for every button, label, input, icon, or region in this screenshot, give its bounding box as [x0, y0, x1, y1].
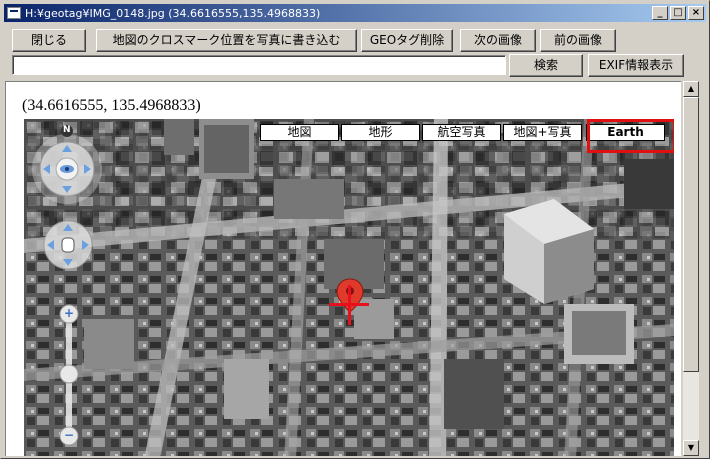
minimize-button[interactable]: _	[652, 6, 668, 20]
vertical-scrollbar[interactable]: ▲ ▼	[683, 81, 699, 456]
title-bar: H:¥geotag¥IMG_0148.jpg (34.6616555,135.4…	[4, 4, 706, 22]
next-image-button[interactable]: 次の画像	[460, 29, 536, 52]
map-type-terrain[interactable]: 地形	[341, 124, 420, 141]
map-view[interactable]: N + − 地図 地形 航空写真 地図+写真 Earth	[24, 119, 674, 456]
geo-tag-delete-button[interactable]: GEOタグ削除	[361, 29, 453, 52]
earth-highlight-box	[587, 119, 674, 153]
map-type-satellite[interactable]: 航空写真	[422, 124, 501, 141]
close-window-button[interactable]: ×	[688, 6, 704, 20]
scroll-up-button[interactable]: ▲	[683, 81, 699, 97]
app-icon	[7, 7, 21, 19]
scroll-down-button[interactable]: ▼	[683, 440, 699, 456]
app-window: H:¥geotag¥IMG_0148.jpg (34.6616555,135.4…	[0, 0, 710, 459]
aerial-imagery	[24, 119, 674, 456]
close-button[interactable]: 閉じる	[12, 29, 86, 52]
map-type-map[interactable]: 地図	[260, 124, 339, 141]
zoom-in-button[interactable]: +	[64, 306, 74, 320]
write-crossmark-button[interactable]: 地図のクロスマーク位置を写真に書き込む	[96, 29, 357, 52]
search-input[interactable]	[12, 55, 506, 75]
maximize-button[interactable]: □	[670, 6, 686, 20]
earth-navigation-control[interactable]	[27, 123, 107, 213]
content-area: (34.6616555, 135.4968833) N + − 地図 地形 航空…	[5, 81, 681, 456]
compass-n-label: N	[63, 125, 71, 135]
coordinates-text: (34.6616555, 135.4968833)	[22, 97, 201, 114]
scroll-thumb[interactable]	[683, 97, 699, 372]
exif-info-button[interactable]: EXIF情報表示	[588, 54, 684, 77]
window-title: H:¥geotag¥IMG_0148.jpg (34.6616555,135.4…	[25, 6, 321, 20]
map-type-hybrid[interactable]: 地図+写真	[503, 124, 582, 141]
window-controls: _ □ ×	[650, 6, 704, 20]
search-button[interactable]: 検索	[509, 54, 583, 77]
prev-image-button[interactable]: 前の画像	[540, 29, 616, 52]
hand-icon	[63, 238, 73, 250]
zoom-out-button[interactable]: −	[64, 428, 74, 442]
